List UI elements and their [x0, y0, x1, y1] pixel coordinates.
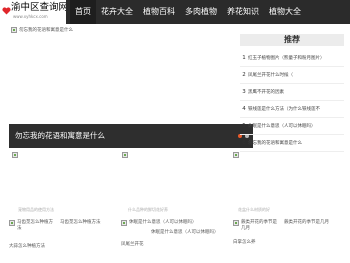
item-title[interactable]: 凤尾兰开花什么时候（ [248, 72, 293, 78]
card-image[interactable]: 马齿苋怎么种植方法 [9, 220, 56, 232]
logo-title: 渝中区查询网 [11, 2, 66, 13]
item-number: 3 [242, 89, 246, 95]
main-nav: 首页 花卉大全 植物百科 多肉植物 养花知识 植物大全 [70, 0, 306, 24]
slider-image[interactable]: 勿忘我的花语和寓意是什么 [11, 27, 73, 33]
heart-logo-icon [2, 7, 11, 15]
card-image-alt: 休眠是什么意思（人可以休眠吗） [129, 220, 197, 225]
broken-image-icon [233, 220, 239, 226]
nav-home[interactable]: 首页 [70, 0, 96, 24]
recommended-item[interactable]: 2 凤尾兰开花什么时候（ [240, 67, 344, 84]
broken-image-icon[interactable] [12, 152, 18, 158]
item-title[interactable]: 休眠是什么意思（人可以休眠吗） [248, 123, 316, 129]
broken-image-icon[interactable] [233, 152, 239, 158]
item-number: 6 [242, 140, 246, 146]
card-image[interactable]: 休眠是什么意思（人可以休眠吗） [121, 220, 219, 226]
slider-caption-bar: 勿忘我的花语和寓意是什么 [9, 124, 253, 148]
top-navigation-bar: 渝中区查询网 www.xyhkcx.com 首页 花卉大全 植物百科 多肉植物 … [0, 0, 350, 24]
article-card[interactable]: 休眠是什么意思（人可以休眠吗） 休眠是什么意思（人可以休眠吗） 凤尾兰开花 [121, 220, 219, 263]
broken-image-icon [9, 220, 15, 226]
recommended-panel: 推荐 1 红玉子植物图片（熊童子和粉月图片） 2 凤尾兰开花什么时候（ 3 黑鹰不开花… [240, 34, 344, 152]
row-caption[interactable]: 宠物用品的使用方法 [18, 207, 54, 213]
card-image[interactable]: 蕨类开花的季节是几月 [233, 220, 280, 232]
broken-image-icon [11, 27, 17, 33]
recommended-heading: 推荐 [240, 34, 344, 46]
site-logo[interactable]: 渝中区查询网 www.xyhkcx.com [0, 0, 66, 24]
card-image-alt: 马齿苋怎么种植方法 [17, 220, 53, 231]
recommended-item[interactable]: 4 铁线莲是什么方法（为什么铁线莲不 [240, 101, 344, 118]
item-title[interactable]: 黑鹰不开花的因素 [248, 89, 284, 95]
slider-caption[interactable]: 勿忘我的花语和寓意是什么 [15, 130, 105, 141]
nav-plant-catalog[interactable]: 植物大全 [264, 0, 306, 24]
item-title[interactable]: 红玉子植物图片（熊童子和粉月图片） [248, 55, 325, 61]
row-caption[interactable]: 花盆什么材质的好 [238, 207, 270, 213]
recommended-item[interactable]: 5 休眠是什么意思（人可以休眠吗） [240, 118, 344, 135]
row-caption[interactable]: 什么品种的鲜切花好养 [128, 207, 168, 213]
item-title[interactable]: 铁线莲是什么方法（为什么铁线莲不 [248, 106, 320, 112]
logo-url: www.xyhkcx.com [13, 14, 48, 19]
nav-plant-encyclopedia[interactable]: 植物百科 [138, 0, 180, 24]
article-card[interactable]: 蕨类开花的季节是几月 蕨类开花的季节是几月 白掌怎么养 [233, 220, 331, 263]
item-number: 5 [242, 123, 246, 129]
card-link[interactable]: 大蒜怎么种植方法 [9, 244, 107, 250]
item-title[interactable]: 勿忘我的花语和寓意是什么 [248, 140, 302, 146]
card-image-alt: 蕨类开花的季节是几月 [241, 220, 277, 231]
card-link[interactable]: 马齿苋怎么种植方法 [60, 220, 107, 226]
nav-gardening-tips[interactable]: 养花知识 [222, 0, 264, 24]
recommended-item[interactable]: 6 勿忘我的花语和寓意是什么 [240, 135, 344, 152]
card-link[interactable]: 休眠是什么意思（人可以休眠吗） [151, 230, 219, 236]
recommended-item[interactable]: 1 红玉子植物图片（熊童子和粉月图片） [240, 50, 344, 67]
slider-image-alt: 勿忘我的花语和寓意是什么 [19, 28, 73, 33]
thumbnail-row [0, 152, 350, 162]
nav-flowers[interactable]: 花卉大全 [96, 0, 138, 24]
nav-succulents[interactable]: 多肉植物 [180, 0, 222, 24]
recommended-item[interactable]: 3 黑鹰不开花的因素 [240, 84, 344, 101]
card-link[interactable]: 白掌怎么养 [233, 240, 331, 246]
card-link[interactable]: 凤尾兰开花 [121, 242, 219, 248]
item-number: 1 [242, 55, 246, 61]
broken-image-icon[interactable] [122, 152, 128, 158]
card-link[interactable]: 蕨类开花的季节是几月 [284, 220, 331, 226]
broken-image-icon [121, 220, 127, 226]
item-number: 2 [242, 72, 246, 78]
article-card[interactable]: 马齿苋怎么种植方法 马齿苋怎么种植方法 大蒜怎么种植方法 [9, 220, 107, 263]
item-number: 4 [242, 106, 246, 112]
image-slider[interactable]: 勿忘我的花语和寓意是什么 勿忘我的花语和寓意是什么 [9, 26, 253, 148]
recommended-list: 1 红玉子植物图片（熊童子和粉月图片） 2 凤尾兰开花什么时候（ 3 黑鹰不开花的因素… [240, 50, 344, 152]
